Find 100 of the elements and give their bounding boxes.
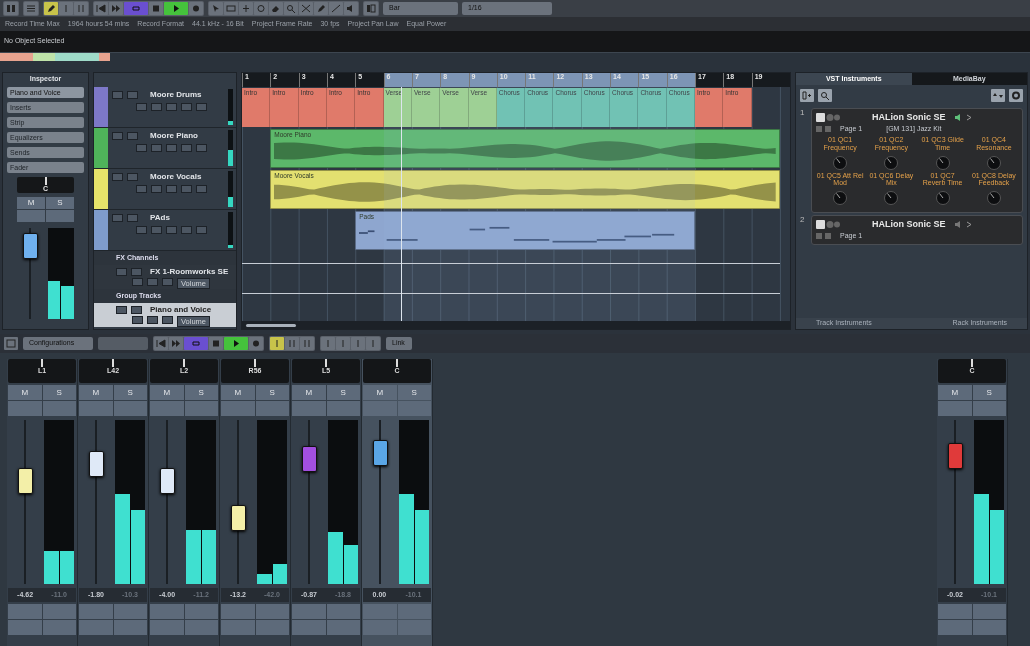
search-icon[interactable] (820, 91, 830, 100)
channel-button[interactable]: S (113, 385, 147, 400)
track-header[interactable]: PAds (94, 210, 236, 251)
eraser-icon[interactable] (271, 4, 281, 13)
track-button[interactable] (181, 185, 192, 194)
channel-button[interactable]: S (42, 385, 76, 400)
track-button[interactable] (136, 185, 147, 194)
channel-button[interactable]: M (17, 197, 45, 210)
track-button[interactable] (196, 144, 207, 153)
track-button[interactable] (166, 103, 177, 112)
knob[interactable] (986, 155, 1001, 170)
solo-button[interactable] (131, 305, 142, 314)
track-header[interactable]: Moore Piano (94, 128, 236, 169)
knob[interactable] (884, 191, 899, 206)
track-button[interactable] (181, 226, 192, 235)
channel-button[interactable]: S (46, 197, 74, 210)
knob[interactable] (935, 155, 950, 170)
track-button[interactable] (136, 226, 147, 235)
track-meter (228, 130, 233, 166)
slot-number: 1 (800, 108, 806, 119)
track-button[interactable] (147, 316, 158, 325)
fast-forward-icon[interactable] (111, 4, 121, 13)
channel-button[interactable]: S (972, 385, 1006, 400)
track-button[interactable] (151, 144, 162, 153)
track-button[interactable] (196, 185, 207, 194)
track-button[interactable] (132, 316, 143, 325)
track-button[interactable] (136, 103, 147, 112)
fader-handle[interactable] (302, 446, 317, 473)
track-button[interactable] (162, 278, 173, 287)
speaker-icon[interactable] (953, 112, 974, 122)
arrows-icon[interactable] (993, 91, 1003, 100)
track-button[interactable] (196, 226, 207, 235)
channel-button[interactable]: S (184, 385, 218, 400)
fast-forward-icon[interactable] (171, 339, 181, 348)
channel-button[interactable]: M (938, 385, 972, 400)
track-button[interactable] (162, 316, 173, 325)
skip-back-icon[interactable] (96, 4, 106, 13)
speaker-icon[interactable] (953, 219, 974, 229)
window-icon[interactable] (6, 339, 16, 348)
mute-button[interactable] (116, 305, 127, 314)
track-name: Moore Vocals (150, 172, 202, 182)
record-icon[interactable] (251, 339, 261, 348)
track-button[interactable] (181, 103, 192, 112)
channel-button[interactable]: M (79, 385, 113, 400)
knob[interactable] (935, 191, 950, 206)
track-button[interactable] (166, 226, 177, 235)
track-header[interactable]: Moore Drums (94, 87, 236, 128)
channel-button[interactable]: M (292, 385, 326, 400)
play-button[interactable] (164, 2, 188, 15)
track-name: Moore Piano (150, 131, 198, 141)
channel-button[interactable]: S (397, 385, 431, 400)
stop-icon[interactable] (151, 4, 161, 13)
channel-button[interactable]: M (8, 385, 42, 400)
record-icon[interactable] (191, 4, 201, 13)
playhead-line[interactable] (400, 87, 402, 321)
knob[interactable] (986, 191, 1001, 206)
track-button[interactable] (151, 103, 162, 112)
track-button[interactable] (196, 103, 207, 112)
knob[interactable] (833, 155, 848, 170)
list-icon[interactable] (26, 4, 36, 13)
pointer-icon[interactable] (211, 4, 221, 13)
fader-handle[interactable] (23, 233, 39, 260)
slot-number: 2 (800, 215, 806, 227)
track-meter (228, 212, 233, 248)
channel-button[interactable]: M (221, 385, 255, 400)
pencil-icon[interactable] (46, 4, 56, 13)
fader-handle[interactable] (231, 505, 246, 532)
channel-button[interactable]: M (363, 385, 397, 400)
track-button[interactable] (147, 278, 158, 287)
fader-handle[interactable] (373, 439, 388, 466)
track-button[interactable] (166, 185, 177, 194)
channel-button[interactable]: S (255, 385, 289, 400)
skip-back-icon[interactable] (156, 339, 166, 348)
settings-icon[interactable] (1011, 91, 1021, 100)
play-button[interactable] (224, 337, 248, 350)
channel-button[interactable]: M (150, 385, 184, 400)
track-button[interactable] (151, 226, 162, 235)
track-name: PAds (150, 213, 170, 223)
line-icon[interactable] (331, 4, 341, 13)
fader-handle[interactable] (89, 451, 104, 478)
knob[interactable] (833, 191, 848, 206)
track-header[interactable]: Moore Vocals (94, 169, 236, 210)
channel-button[interactable]: S (326, 385, 360, 400)
cycle-button[interactable] (124, 2, 148, 15)
track-button[interactable] (151, 185, 162, 194)
cycle-button[interactable] (184, 337, 208, 350)
grid-icon[interactable] (6, 4, 16, 13)
track-button[interactable] (166, 144, 177, 153)
stop-icon[interactable] (211, 339, 221, 348)
loop-icon (131, 4, 141, 13)
track-button[interactable] (181, 144, 192, 153)
knob[interactable] (884, 155, 899, 170)
zoom-icon[interactable] (286, 4, 296, 13)
horizontal-scrollbar[interactable] (246, 323, 296, 327)
track-button[interactable] (136, 144, 147, 153)
fader-handle[interactable] (18, 467, 33, 494)
fader-handle[interactable] (160, 467, 175, 494)
fader-handle[interactable] (948, 443, 963, 470)
instrument-name: HALion Sonic SE (872, 112, 946, 123)
track-button[interactable] (132, 278, 143, 287)
